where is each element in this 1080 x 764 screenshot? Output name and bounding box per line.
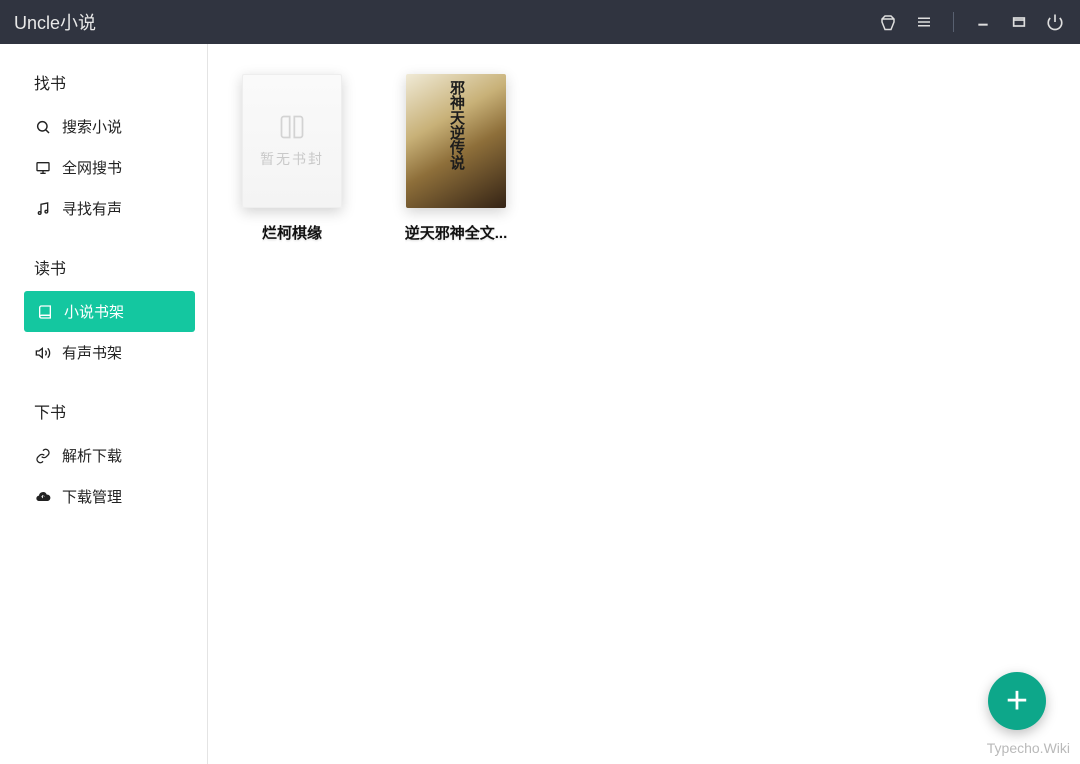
theme-icon[interactable] [877, 11, 899, 33]
sidebar-item-web-search[interactable]: 全网搜书 [0, 147, 207, 188]
monitor-icon [34, 160, 52, 176]
book-title: 烂柯棋缘 [262, 222, 322, 243]
volume-icon [34, 345, 52, 361]
watermark: Typecho.Wiki [987, 740, 1070, 756]
search-icon [34, 119, 52, 135]
minimize-icon[interactable] [972, 11, 994, 33]
sidebar-item-find-audio[interactable]: 寻找有声 [0, 188, 207, 229]
menu-icon[interactable] [913, 11, 935, 33]
separator [953, 12, 954, 32]
power-icon[interactable] [1044, 11, 1066, 33]
bookshelf-content: 暂无书封 烂柯棋缘 邪神天逆传说 逆天邪神全文... + Typecho.Wik… [208, 44, 1080, 764]
link-icon [34, 448, 52, 464]
sidebar-item-parse-download[interactable]: 解析下载 [0, 435, 207, 476]
cloud-download-icon [34, 489, 52, 505]
sidebar-item-novel-shelf[interactable]: 小说书架 [24, 291, 195, 332]
sidebar-item-audio-shelf[interactable]: 有声书架 [0, 332, 207, 373]
sidebar: 找书 搜索小说 全网搜书 寻找有声 读书 小说书架 有声书架 [0, 44, 208, 764]
book-cover-placeholder: 暂无书封 [242, 74, 342, 208]
book-icon [36, 304, 54, 320]
sidebar-item-label: 搜索小说 [62, 116, 122, 137]
sidebar-item-search-novel[interactable]: 搜索小说 [0, 106, 207, 147]
sidebar-item-label: 全网搜书 [62, 157, 122, 178]
sidebar-item-download-manager[interactable]: 下载管理 [0, 476, 207, 517]
sidebar-item-label: 解析下载 [62, 445, 122, 466]
sidebar-section-read: 读书 [0, 247, 207, 291]
book-item[interactable]: 邪神天逆传说 逆天邪神全文... [396, 74, 516, 243]
book-cover-art: 邪神天逆传说 [406, 74, 506, 208]
plus-icon: + [1006, 680, 1028, 723]
add-button[interactable]: + [988, 672, 1046, 730]
maximize-icon[interactable] [1008, 11, 1030, 33]
book-item[interactable]: 暂无书封 烂柯棋缘 [232, 74, 352, 243]
window-controls [877, 11, 1066, 33]
music-icon [34, 201, 52, 217]
sidebar-item-label: 下载管理 [62, 486, 122, 507]
cover-art-text: 邪神天逆传说 [447, 80, 465, 170]
sidebar-item-label: 有声书架 [62, 342, 122, 363]
app-title: Uncle小说 [14, 9, 96, 35]
book-title: 逆天邪神全文... [405, 222, 508, 243]
sidebar-item-label: 小说书架 [64, 301, 124, 322]
sidebar-item-label: 寻找有声 [62, 198, 122, 219]
placeholder-text: 暂无书封 [260, 149, 324, 169]
sidebar-section-download: 下书 [0, 391, 207, 435]
sidebar-section-find: 找书 [0, 62, 207, 106]
